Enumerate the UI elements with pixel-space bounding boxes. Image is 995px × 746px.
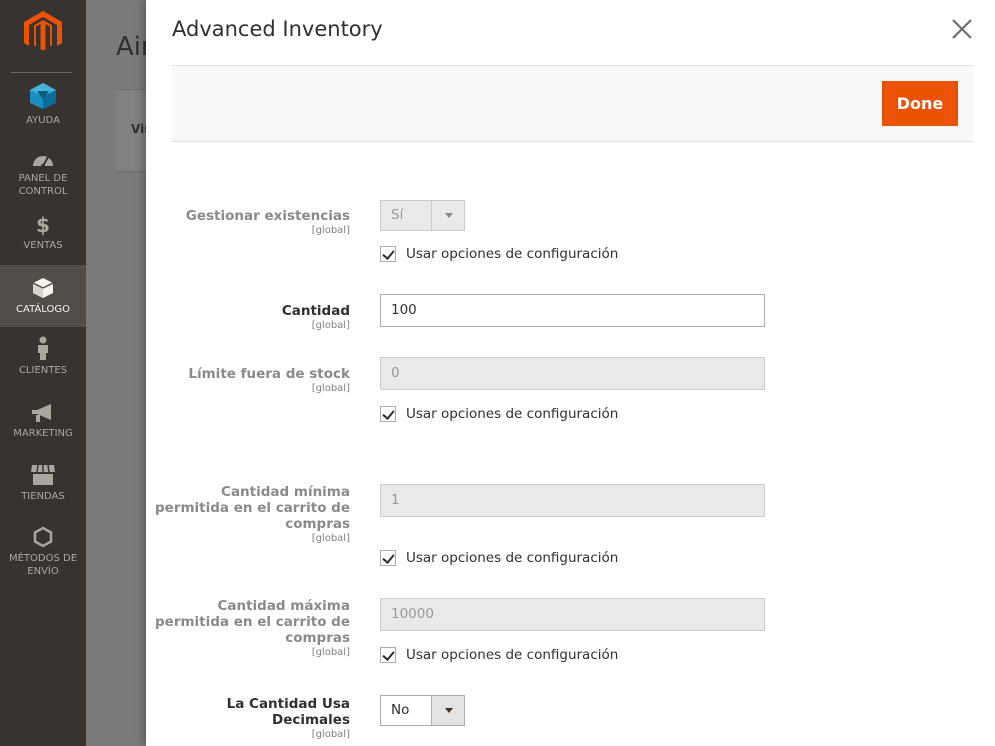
sidebar-item-catalogo[interactable]: CATÁLOGO <box>0 265 86 327</box>
chevron-down-icon <box>431 201 464 230</box>
sidebar-item-tiendas[interactable]: TIENDAS <box>0 464 86 503</box>
scope-label: [global] <box>311 647 350 658</box>
field-label: Gestionar existencias <box>185 208 350 224</box>
checkbox-checked[interactable] <box>380 647 396 663</box>
checkbox-checked[interactable] <box>380 246 396 262</box>
field-label: Cantidad máxima permitida en el carrito … <box>155 598 350 646</box>
input-value: 1 <box>391 492 400 508</box>
input-value: 0 <box>391 365 400 381</box>
field-label: La Cantidad Usa Decimales <box>226 696 350 728</box>
checkbox-label: Usar opciones de configuración <box>406 647 619 663</box>
close-button[interactable] <box>950 17 974 41</box>
max-qty-input[interactable]: 10000 <box>380 598 765 631</box>
field-label: Límite fuera de stock <box>188 366 350 382</box>
sidebar-divider <box>11 72 72 73</box>
dashboard-icon <box>33 156 53 168</box>
qty-uses-decimals-select[interactable]: No <box>380 695 465 726</box>
min-qty-label: Cantidad mínima permitida en el carrito … <box>150 484 350 546</box>
scope-label: [global] <box>311 533 350 544</box>
cube-icon <box>30 83 56 109</box>
field-label: Cantidad mínima permitida en el carrito … <box>155 484 350 532</box>
qty-uses-decimals-label: La Cantidad Usa Decimales [global] <box>150 696 350 742</box>
modal-title: Advanced Inventory <box>172 17 383 41</box>
input-value: 10000 <box>391 606 434 622</box>
chevron-down-icon <box>431 696 464 725</box>
scope-label: [global] <box>311 383 350 394</box>
box-icon <box>32 278 54 298</box>
sidebar-item-clientes[interactable]: CLIENTES <box>0 336 86 377</box>
sidebar-item-metodos-de-envio[interactable]: MÉTODOS DE ENVÍO <box>0 526 86 578</box>
qty-input[interactable]: 100 <box>380 294 765 327</box>
scope-label: [global] <box>311 225 350 236</box>
manage-stock-select[interactable]: Sí <box>380 200 465 231</box>
checkbox-label: Usar opciones de configuración <box>406 246 619 262</box>
sidebar-item-ayuda[interactable]: AYUDA <box>0 82 86 127</box>
sidebar-item-label: MARKETING <box>13 428 73 439</box>
sidebar-item-panel-de-control[interactable]: PANEL DE CONTROL <box>0 150 86 198</box>
max-qty-label: Cantidad máxima permitida en el carrito … <box>150 598 350 660</box>
sidebar-item-marketing[interactable]: MARKETING <box>0 403 86 440</box>
magento-logo[interactable] <box>0 0 86 70</box>
scope-label: [global] <box>311 320 350 331</box>
magento-logo-icon <box>24 11 62 51</box>
store-icon <box>31 464 55 485</box>
checkbox-checked[interactable] <box>380 550 396 566</box>
close-icon <box>952 19 972 39</box>
manage-stock-label: Gestionar existencias [global] <box>150 208 350 238</box>
checkbox-checked[interactable] <box>380 406 396 422</box>
sidebar-item-label: PANEL DE CONTROL <box>18 173 68 197</box>
person-icon <box>38 336 48 360</box>
done-button[interactable]: Done <box>882 81 958 126</box>
qty-label: Cantidad [global] <box>150 303 350 333</box>
checkbox-label: Usar opciones de configuración <box>406 406 619 422</box>
input-value: 100 <box>391 302 417 318</box>
sidebar-item-label: MÉTODOS DE ENVÍO <box>8 553 78 577</box>
select-value: No <box>391 702 410 718</box>
modal-action-bar: Done <box>172 65 973 142</box>
sidebar-item-label: TIENDAS <box>21 491 65 502</box>
sidebar-item-label: AYUDA <box>26 115 60 126</box>
scope-label: [global] <box>311 729 350 740</box>
hexagon-icon <box>33 526 53 548</box>
sidebar-item-label: CLIENTES <box>18 365 68 376</box>
checkbox-label: Usar opciones de configuración <box>406 550 619 566</box>
sidebar-item-ventas[interactable]: $ VENTAS <box>0 215 86 252</box>
dollar-icon: $ <box>36 213 50 237</box>
advanced-inventory-modal: Advanced Inventory Done Gestionar existe… <box>146 0 995 746</box>
sidebar-item-label: CATÁLOGO <box>16 304 70 315</box>
sidebar-item-label: VENTAS <box>23 240 63 251</box>
field-label: Cantidad <box>281 303 350 319</box>
megaphone-icon <box>32 404 51 422</box>
admin-sidebar: AYUDA PANEL DE CONTROL $ VENTAS CATÁLOGO… <box>0 0 86 746</box>
out-of-stock-threshold-label: Límite fuera de stock [global] <box>150 366 350 396</box>
min-qty-input[interactable]: 1 <box>380 484 765 517</box>
select-value: Sí <box>391 207 404 223</box>
out-of-stock-threshold-input[interactable]: 0 <box>380 357 765 390</box>
